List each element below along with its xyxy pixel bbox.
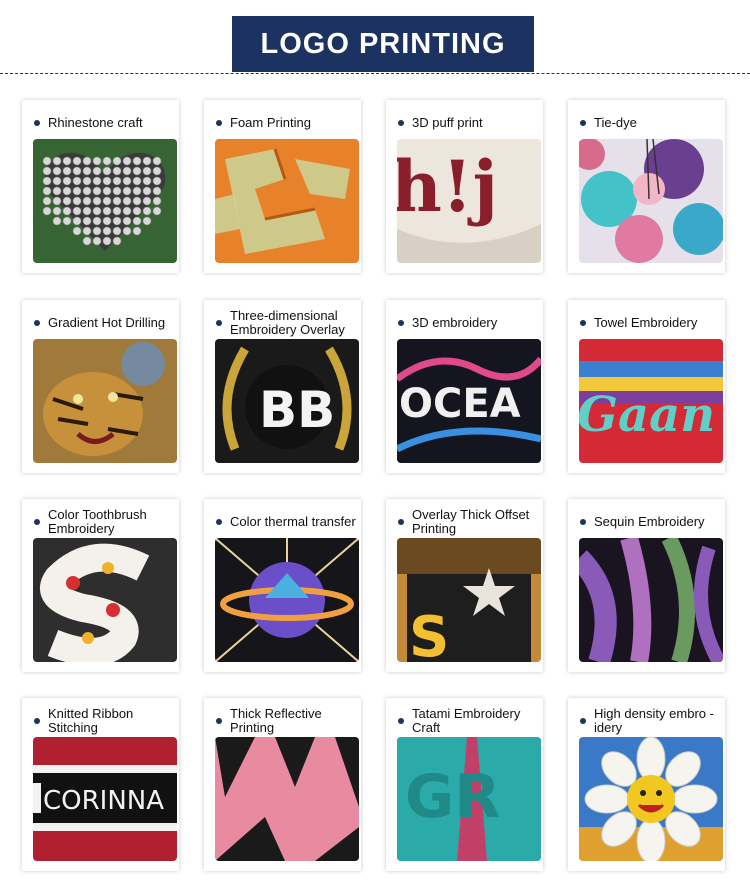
card-label: Color thermal transfer xyxy=(214,507,358,537)
card-color-thermal-transfer[interactable]: Color thermal transfer xyxy=(204,499,361,672)
card-overlay-thick-offset-printing[interactable]: Overlay Thick Offset Printing S xyxy=(386,499,543,672)
card-label: Tie-dye xyxy=(578,108,722,138)
flower-high-density-image xyxy=(579,737,723,861)
card-gradient-hot-drilling[interactable]: Gradient Hot Drilling xyxy=(22,300,179,473)
card-thick-reflective-printing[interactable]: Thick Reflective Printing xyxy=(204,698,361,871)
bullet-dot xyxy=(216,519,222,525)
bullet-dot xyxy=(216,320,222,326)
card-label: Color Toothbrush Embroidery xyxy=(32,507,176,537)
bb-embroidery-overlay-image: BB xyxy=(215,339,359,463)
bullet-dot xyxy=(398,519,404,525)
card-three-dimensional-embroidery-overlay[interactable]: Three-dimensional Embroidery Overlay BB xyxy=(204,300,361,473)
bullet-dot xyxy=(34,120,40,126)
card-3d-embroidery[interactable]: 3D embroidery OCEA xyxy=(386,300,543,473)
svg-text:BB: BB xyxy=(259,381,335,439)
sequin-embroidery-image xyxy=(579,538,723,662)
bullet-dot xyxy=(216,718,222,724)
bullet-dot xyxy=(398,320,404,326)
card-label: Foam Printing xyxy=(214,108,358,138)
ocean-3d-embroidery-image: OCEA xyxy=(397,339,541,463)
card-label: Knitted Ribbon Stitching xyxy=(32,706,176,736)
card-knitted-ribbon-stitching[interactable]: Knitted Ribbon Stitching CORINNA xyxy=(22,698,179,871)
bullet-dot xyxy=(580,320,586,326)
card-color-toothbrush-embroidery[interactable]: Color Toothbrush Embroidery xyxy=(22,499,179,672)
card-foam-printing[interactable]: Foam Printing xyxy=(204,100,361,273)
rhinestone-heart-image xyxy=(33,139,177,263)
star-offset-printing-image: S xyxy=(397,538,541,662)
tatami-embroidery-image: GR xyxy=(397,737,541,861)
card-label: High density embro -idery xyxy=(578,706,722,736)
card-label: 3D embroidery xyxy=(396,308,540,338)
card-tie-dye[interactable]: Tie-dye xyxy=(568,100,725,273)
card-label: Towel Embroidery xyxy=(578,308,722,338)
svg-text:OCEA: OCEA xyxy=(399,381,521,427)
bullet-dot xyxy=(34,718,40,724)
card-label: Sequin Embroidery xyxy=(578,507,722,537)
card-sequin-embroidery[interactable]: Sequin Embroidery xyxy=(568,499,725,672)
card-label: Thick Reflective Printing xyxy=(214,706,358,736)
bullet-dot xyxy=(580,519,586,525)
towel-embroidery-image: Gaan xyxy=(579,339,723,463)
card-label: Overlay Thick Offset Printing xyxy=(396,507,540,537)
svg-text:GR: GR xyxy=(405,762,500,832)
corinna-ribbon-image: CORINNA xyxy=(33,737,177,861)
svg-text:S: S xyxy=(409,605,449,662)
foam-print-image xyxy=(215,139,359,263)
bullet-dot xyxy=(398,718,404,724)
bullet-dot xyxy=(34,519,40,525)
bullet-dot xyxy=(580,718,586,724)
card-label: 3D puff print xyxy=(396,108,540,138)
svg-text:h!j: h!j xyxy=(397,145,498,228)
bullet-dot xyxy=(34,320,40,326)
card-label: Three-dimensional Embroidery Overlay xyxy=(214,308,358,338)
card-3d-puff-print[interactable]: 3D puff print h!j xyxy=(386,100,543,273)
tie-dye-shorts-image xyxy=(579,139,723,263)
svg-text:CORINNA: CORINNA xyxy=(43,786,164,816)
toothbrush-embroidery-image xyxy=(33,538,177,662)
planet-thermal-transfer-image xyxy=(215,538,359,662)
card-high-density-embroidery[interactable]: High density embro -idery xyxy=(568,698,725,871)
card-label: Gradient Hot Drilling xyxy=(32,308,176,338)
card-tatami-embroidery-craft[interactable]: Tatami Embroidery Craft GR xyxy=(386,698,543,871)
bullet-dot xyxy=(398,120,404,126)
puff-print-image: h!j xyxy=(397,139,541,263)
title-banner: LOGO PRINTING xyxy=(232,16,534,72)
svg-text:Gaan: Gaan xyxy=(579,387,715,443)
header-divider xyxy=(0,73,750,74)
card-label: Rhinestone craft xyxy=(32,108,176,138)
card-label: Tatami Embroidery Craft xyxy=(396,706,540,736)
card-rhinestone-craft[interactable]: Rhinestone craft xyxy=(22,100,179,273)
page-title: LOGO PRINTING xyxy=(260,27,506,60)
tiger-hot-drilling-image xyxy=(33,339,177,463)
bullet-dot xyxy=(580,120,586,126)
reflective-print-image xyxy=(215,737,359,861)
bullet-dot xyxy=(216,120,222,126)
card-towel-embroidery[interactable]: Towel Embroidery Gaan xyxy=(568,300,725,473)
